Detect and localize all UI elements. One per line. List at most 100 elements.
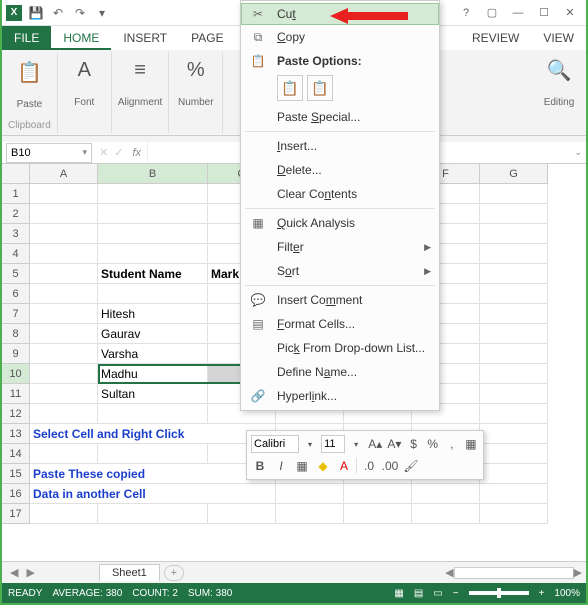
row-head[interactable]: 8: [2, 324, 30, 344]
paste-icon[interactable]: 📋: [11, 54, 47, 90]
tab-nav-prev[interactable]: ◀: [6, 566, 22, 579]
mini-font-name[interactable]: [251, 435, 299, 453]
alignment-icon[interactable]: ≡: [124, 54, 156, 86]
ctx-filter[interactable]: Filter▶: [241, 235, 439, 259]
decrease-decimal-icon[interactable]: .0: [360, 457, 378, 475]
ctx-sort[interactable]: Sort▶: [241, 259, 439, 283]
fx-icon[interactable]: fx: [126, 147, 147, 159]
number-label[interactable]: Number: [178, 97, 214, 108]
ctx-hyperlink[interactable]: 🔗Hyperlink...: [241, 384, 439, 408]
row-head[interactable]: 7: [2, 304, 30, 324]
tab-insert[interactable]: INSERT: [111, 26, 179, 50]
zoom-in-icon[interactable]: +: [539, 588, 545, 599]
maximize-icon[interactable]: ☐: [532, 3, 556, 23]
cell-b8[interactable]: Gaurav: [98, 324, 208, 344]
save-icon[interactable]: 💾: [28, 5, 44, 21]
ctx-paste-special[interactable]: Paste Special...: [241, 105, 439, 129]
ctx-format-cells[interactable]: ▤Format Cells...: [241, 312, 439, 336]
row-head[interactable]: 10: [2, 364, 30, 384]
ctx-define-name[interactable]: Define Name...: [241, 360, 439, 384]
cell-b7[interactable]: Hitesh: [98, 304, 208, 324]
row-head[interactable]: 14: [2, 444, 30, 464]
ctx-copy[interactable]: ⧉Copy: [241, 25, 439, 49]
enter-formula-icon[interactable]: ✓: [111, 146, 126, 159]
add-sheet-button[interactable]: +: [164, 565, 184, 581]
fill-color-icon[interactable]: ◆: [314, 457, 332, 475]
view-break-icon[interactable]: ▭: [433, 588, 442, 599]
zoom-out-icon[interactable]: −: [453, 588, 459, 599]
row-head[interactable]: 6: [2, 284, 30, 304]
select-all-corner[interactable]: [2, 164, 30, 184]
row-head[interactable]: 15: [2, 464, 30, 484]
hscroll-right[interactable]: ▶: [574, 566, 582, 579]
chevron-down-icon[interactable]: ▾: [82, 147, 87, 158]
ctx-insert-comment[interactable]: 💬Insert Comment: [241, 288, 439, 312]
grow-font-icon[interactable]: A▴: [367, 435, 383, 453]
percent-icon[interactable]: %: [425, 435, 441, 453]
paste-option-values[interactable]: 📋: [307, 75, 333, 101]
row-head[interactable]: 11: [2, 384, 30, 404]
row-head[interactable]: 3: [2, 224, 30, 244]
cell-b11[interactable]: Sultan: [98, 384, 208, 404]
view-layout-icon[interactable]: ▤: [414, 588, 423, 599]
hscroll-left[interactable]: ◀: [445, 566, 453, 579]
redo-icon[interactable]: ↷: [72, 5, 88, 21]
cell-a15[interactable]: Paste These copied: [30, 464, 276, 484]
cell-a16[interactable]: Data in another Cell: [30, 484, 276, 504]
qat-dropdown-icon[interactable]: ▾: [94, 5, 110, 21]
font-icon[interactable]: A: [68, 54, 100, 86]
tab-view[interactable]: VIEW: [531, 26, 586, 50]
tab-file[interactable]: FILE: [2, 26, 51, 50]
paste-option-default[interactable]: 📋: [277, 75, 303, 101]
zoom-slider[interactable]: [469, 591, 529, 595]
find-icon[interactable]: 🔍: [543, 54, 575, 86]
cell-b10[interactable]: Madhu: [98, 364, 208, 384]
row-head[interactable]: 13: [2, 424, 30, 444]
minimize-icon[interactable]: —: [506, 3, 530, 23]
alignment-label[interactable]: Alignment: [118, 97, 162, 108]
expand-formula-icon[interactable]: ⌄: [570, 147, 586, 158]
italic-icon[interactable]: I: [272, 457, 290, 475]
tab-review[interactable]: REVIEW: [460, 26, 531, 50]
cancel-formula-icon[interactable]: ✕: [96, 146, 111, 159]
close-icon[interactable]: ✕: [558, 3, 582, 23]
shrink-font-icon[interactable]: A▾: [386, 435, 402, 453]
cell-b9[interactable]: Varsha: [98, 344, 208, 364]
row-head[interactable]: 5: [2, 264, 30, 284]
merge-icon[interactable]: ▦: [463, 435, 479, 453]
row-head[interactable]: 9: [2, 344, 30, 364]
mini-font-size[interactable]: [321, 435, 345, 453]
increase-decimal-icon[interactable]: .00: [381, 457, 399, 475]
row-head[interactable]: 17: [2, 504, 30, 524]
font-label[interactable]: Font: [74, 97, 94, 108]
col-head-g[interactable]: G: [480, 164, 548, 184]
view-normal-icon[interactable]: ▦: [394, 588, 403, 599]
tab-nav-next[interactable]: ▶: [22, 566, 38, 579]
bold-icon[interactable]: B: [251, 457, 269, 475]
row-head[interactable]: 1: [2, 184, 30, 204]
format-painter-icon[interactable]: 🖌: [402, 457, 420, 475]
ctx-pick-list[interactable]: Pick From Drop-down List...: [241, 336, 439, 360]
cell-b5[interactable]: Student Name: [98, 264, 208, 284]
row-head[interactable]: 2: [2, 204, 30, 224]
borders-icon[interactable]: ▦: [293, 457, 311, 475]
ctx-delete[interactable]: Delete...: [241, 158, 439, 182]
tab-home[interactable]: HOME: [51, 26, 111, 50]
help-icon[interactable]: ?: [454, 3, 478, 23]
zoom-level[interactable]: 100%: [554, 588, 580, 599]
horizontal-scrollbar[interactable]: [454, 567, 574, 579]
number-icon[interactable]: %: [180, 54, 212, 86]
name-box[interactable]: B10▾: [6, 143, 92, 163]
sheet-tab[interactable]: Sheet1: [99, 564, 160, 581]
ctx-insert[interactable]: Insert...: [241, 134, 439, 158]
chevron-down-icon[interactable]: ▾: [302, 435, 318, 453]
row-head[interactable]: 16: [2, 484, 30, 504]
chevron-down-icon[interactable]: ▾: [348, 435, 364, 453]
ctx-clear-contents[interactable]: Clear Contents: [241, 182, 439, 206]
row-head[interactable]: 4: [2, 244, 30, 264]
editing-label[interactable]: Editing: [544, 97, 575, 108]
col-head-b[interactable]: B: [98, 164, 208, 184]
undo-icon[interactable]: ↶: [50, 5, 66, 21]
tab-page-layout[interactable]: PAGE: [179, 26, 235, 50]
row-head[interactable]: 12: [2, 404, 30, 424]
